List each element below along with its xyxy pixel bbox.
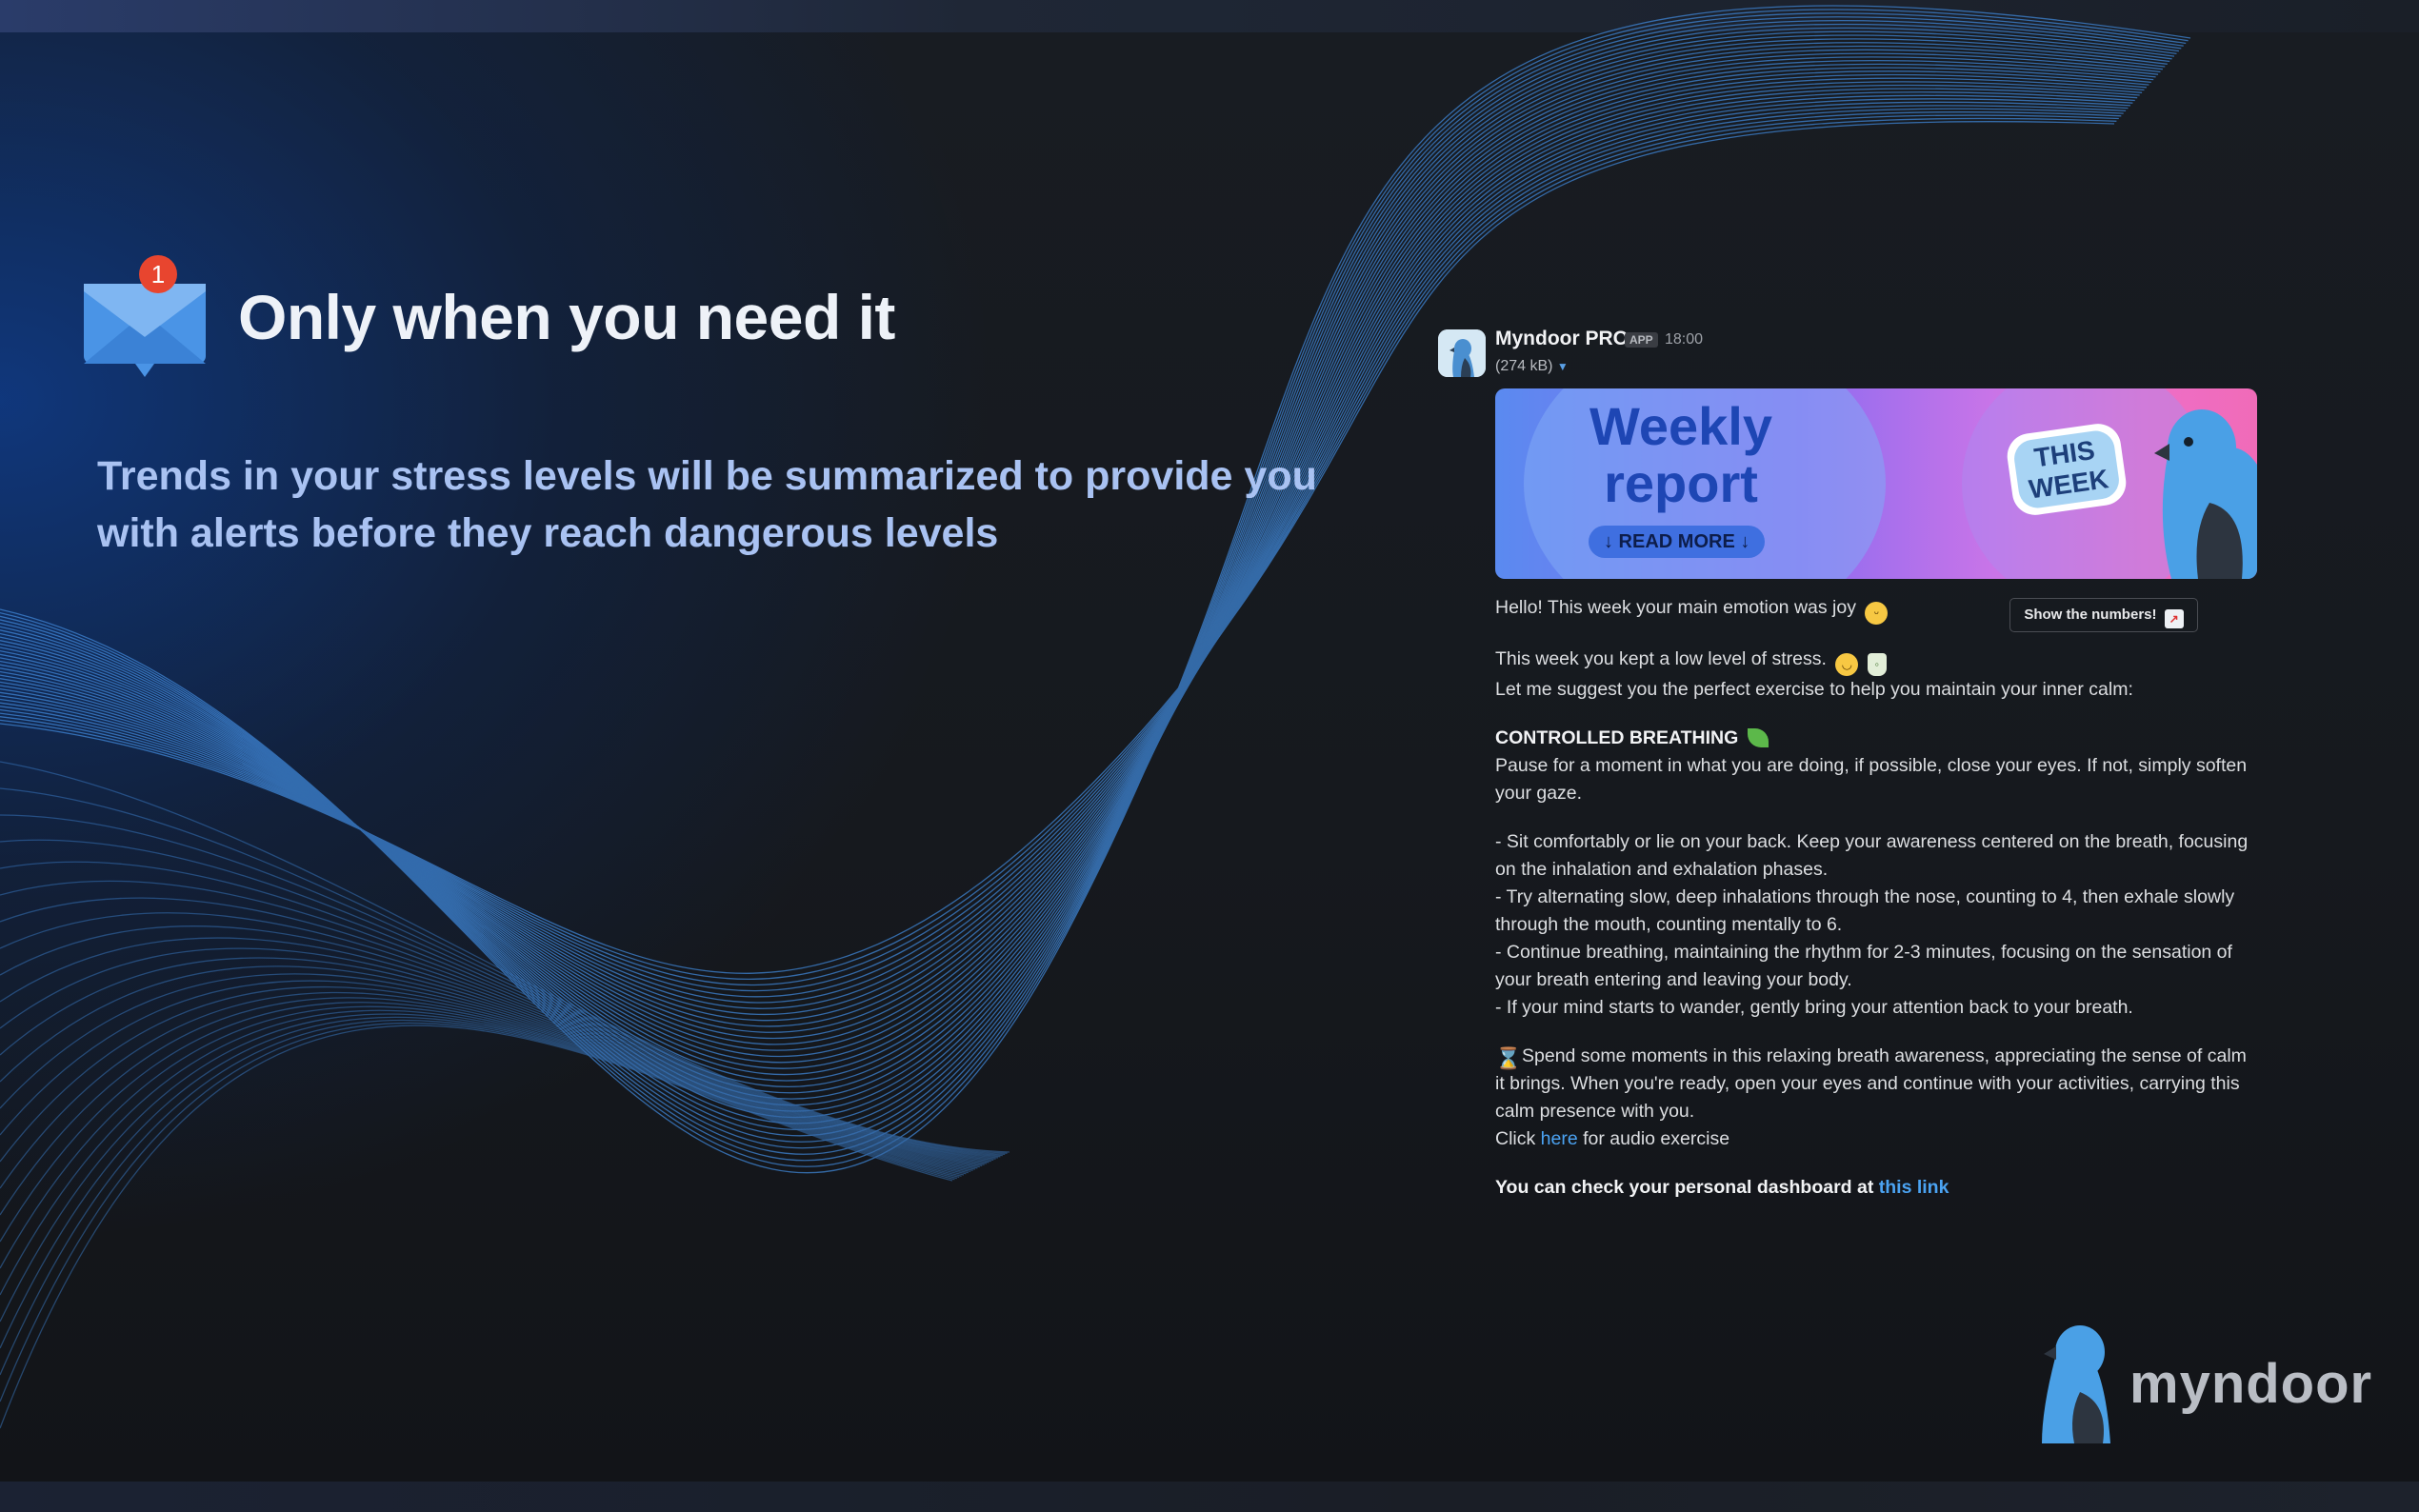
exercise-title: CONTROLLED BREATHING bbox=[1495, 727, 1739, 748]
dashboard-prefix: You can check your personal dashboard at bbox=[1495, 1177, 1874, 1198]
relieved-face-icon: ◡ bbox=[1835, 653, 1859, 676]
attachment-size[interactable]: (274 kB) ▼ bbox=[1495, 358, 1569, 375]
stress-text: This week you kept a low level of stress… bbox=[1495, 648, 1827, 669]
grinning-face-icon: ᵕ bbox=[1865, 602, 1889, 625]
closing-block: ⌛Spend some moments in this relaxing bre… bbox=[1495, 1043, 2257, 1153]
suggest-line: Let me suggest you the perfect exercise … bbox=[1495, 679, 2133, 700]
sender-name[interactable]: Myndoor PRO bbox=[1495, 328, 1629, 350]
notification-badge: 1 bbox=[139, 255, 177, 293]
bottom-bar bbox=[0, 1482, 2419, 1512]
myndoor-logo: myndoor bbox=[2036, 1323, 2372, 1443]
hourglass-icon: ⌛ bbox=[1495, 1046, 1522, 1070]
message-body: Hello! This week your main emotion was j… bbox=[1495, 594, 2257, 1202]
step-item: - If your mind starts to wander, gently … bbox=[1495, 997, 2133, 1018]
weekly-report-banner[interactable]: Weekly report ↓ READ MORE ↓ THIS WEEK bbox=[1495, 388, 2257, 579]
greeting-line: Hello! This week your main emotion was j… bbox=[1495, 594, 2257, 625]
slide: 1 Only when you need it Trends in your s… bbox=[0, 0, 2419, 1512]
tea-cup-icon: ◦ bbox=[1867, 653, 1887, 676]
wave-line bbox=[0, 1022, 955, 1403]
leaf-icon bbox=[1747, 728, 1769, 747]
exercise-title-line: CONTROLLED BREATHING bbox=[1495, 725, 2257, 752]
logo-text: myndoor bbox=[2129, 1352, 2373, 1415]
headline: Only when you need it bbox=[238, 282, 895, 352]
wave-line bbox=[0, 1013, 962, 1323]
wave-line bbox=[0, 1016, 960, 1349]
dashboard-line: You can check your personal dashboard at… bbox=[1495, 1174, 2257, 1202]
step-item: - Try alternating slow, deep inhalations… bbox=[1495, 886, 2235, 935]
dashboard-link[interactable]: this link bbox=[1879, 1177, 1949, 1198]
bird-avatar-icon[interactable] bbox=[1438, 329, 1486, 377]
attachment-size-label: (274 kB) bbox=[1495, 358, 1553, 374]
audio-suffix: for audio exercise bbox=[1583, 1128, 1730, 1149]
step-item: - Continue breathing, maintaining the rh… bbox=[1495, 942, 2232, 990]
closing-line: ⌛Spend some moments in this relaxing bre… bbox=[1495, 1043, 2257, 1125]
headline-row: 1 Only when you need it bbox=[82, 255, 895, 379]
banner-title-line1: Weekly bbox=[1589, 396, 1772, 456]
chat-message: Myndoor PRO APP 18:00 (274 kB) ▼ Weekly … bbox=[1438, 324, 2267, 1198]
stress-line: This week you kept a low level of stress… bbox=[1495, 646, 2257, 676]
audio-line: Click here for audio exercise bbox=[1495, 1125, 2257, 1153]
exercise-intro: Pause for a moment in what you are doing… bbox=[1495, 755, 2248, 804]
message-time[interactable]: 18:00 bbox=[1665, 331, 1703, 348]
closing-text: Spend some moments in this relaxing brea… bbox=[1495, 1045, 2247, 1122]
exercise-block: CONTROLLED BREATHING Pause for a moment … bbox=[1495, 725, 2257, 807]
step-item: - Sit comfortably or lie on your back. K… bbox=[1495, 831, 2249, 880]
myndoor-bird-logo-icon bbox=[2042, 1325, 2110, 1443]
message-header: Myndoor PRO APP 18:00 (274 kB) ▼ bbox=[1438, 324, 2267, 388]
steps-list: - Sit comfortably or lie on your back. K… bbox=[1495, 828, 2257, 1022]
bird-mascot-icon bbox=[2154, 409, 2257, 579]
this-week-sticker: THIS WEEK bbox=[2004, 421, 2129, 518]
app-tag: APP bbox=[1625, 332, 1658, 348]
chevron-down-icon[interactable]: ▼ bbox=[1557, 360, 1569, 373]
banner-title-line2: report bbox=[1604, 453, 1758, 513]
read-more-pill: ↓ READ MORE ↓ bbox=[1589, 526, 1766, 558]
banner-title: Weekly report bbox=[1562, 398, 1800, 512]
stress-paragraph: This week you kept a low level of stress… bbox=[1495, 646, 2257, 704]
audio-link[interactable]: here bbox=[1541, 1128, 1578, 1149]
subline: Trends in your stress levels will be sum… bbox=[97, 453, 1317, 556]
audio-prefix: Click bbox=[1495, 1128, 1536, 1149]
sticker-text: THIS WEEK bbox=[2011, 428, 2122, 511]
greeting-text: Hello! This week your main emotion was j… bbox=[1495, 597, 1856, 618]
mail-notification-icon: 1 bbox=[82, 255, 208, 379]
